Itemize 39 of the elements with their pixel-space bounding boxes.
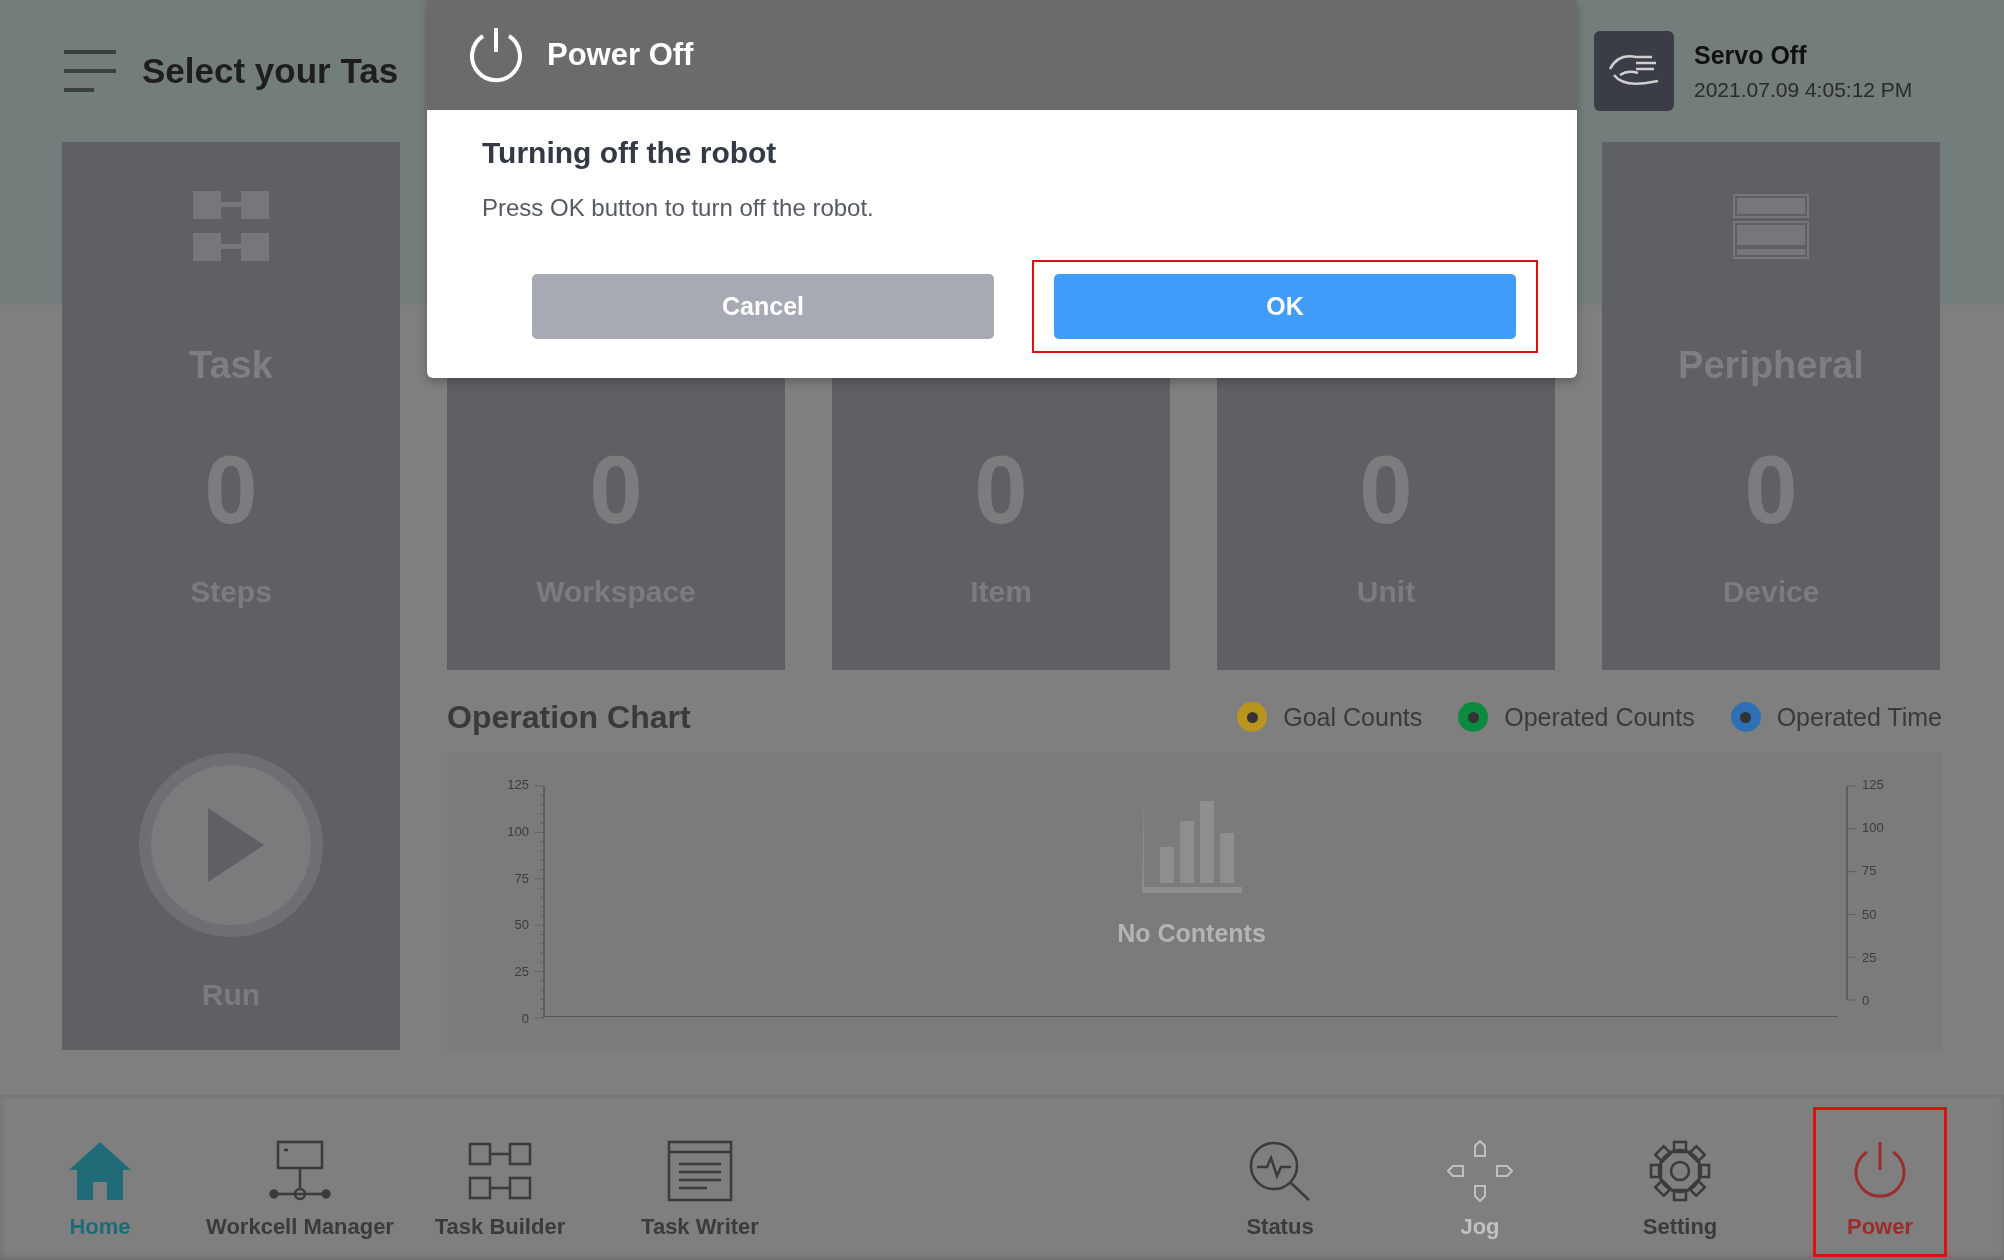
nav-button[interactable]: Power: [1813, 1107, 1947, 1257]
dialog-title: Power Off: [547, 37, 694, 73]
axis-tick-label: 75: [514, 870, 529, 887]
nav-button[interactable]: Status: [1180, 1107, 1380, 1257]
document-icon: [667, 1140, 733, 1202]
legend-label: Operated Counts: [1504, 702, 1695, 732]
play-button[interactable]: [136, 750, 326, 940]
menu-icon[interactable]: [64, 48, 116, 94]
axis-tick-label: 25: [1862, 949, 1877, 966]
axis-tick-label: 0: [1862, 992, 1870, 1009]
servo-status: Servo Off: [1694, 40, 1808, 70]
axis-tick-label: 25: [514, 964, 529, 981]
blocks-icon: [468, 1140, 532, 1202]
nav-button[interactable]: Workcell Manager: [200, 1107, 400, 1257]
nav-button[interactable]: Task Writer: [600, 1107, 800, 1257]
page-title: Select your Tas: [142, 51, 399, 91]
axis-tick-label: 100: [507, 823, 529, 840]
axis-tick-label: 75: [1862, 863, 1877, 880]
date-time: 2021.07.09 4:05:12 PM: [1694, 77, 1914, 102]
legend-label: Operated Time: [1776, 702, 1942, 732]
axis-tick-label: 0: [521, 1011, 529, 1027]
axis-tick-label: 50: [1862, 906, 1877, 923]
axis-tick-label: 125: [1862, 777, 1884, 793]
power-icon: [467, 26, 525, 84]
chart-title: Operation Chart: [447, 698, 692, 736]
settings-icon: [1647, 1140, 1713, 1202]
direction-pad-icon: [1447, 1140, 1513, 1202]
axis-tick-label: 100: [1862, 820, 1884, 837]
nav-button[interactable]: Setting: [1580, 1107, 1780, 1257]
empty-message: No Contents: [1117, 919, 1266, 948]
network-tree-icon: [268, 1140, 332, 1202]
axis-tick-label: 50: [514, 917, 529, 934]
home-icon: [67, 1140, 133, 1202]
cancel-button[interactable]: Cancel: [532, 274, 994, 339]
ok-button[interactable]: OK: [1054, 274, 1516, 339]
axis-tick-label: 125: [507, 777, 529, 793]
legend-label: Goal Counts: [1283, 702, 1423, 732]
nav-button[interactable]: Home: [0, 1107, 200, 1257]
nav-button[interactable]: Task Builder: [400, 1107, 600, 1257]
